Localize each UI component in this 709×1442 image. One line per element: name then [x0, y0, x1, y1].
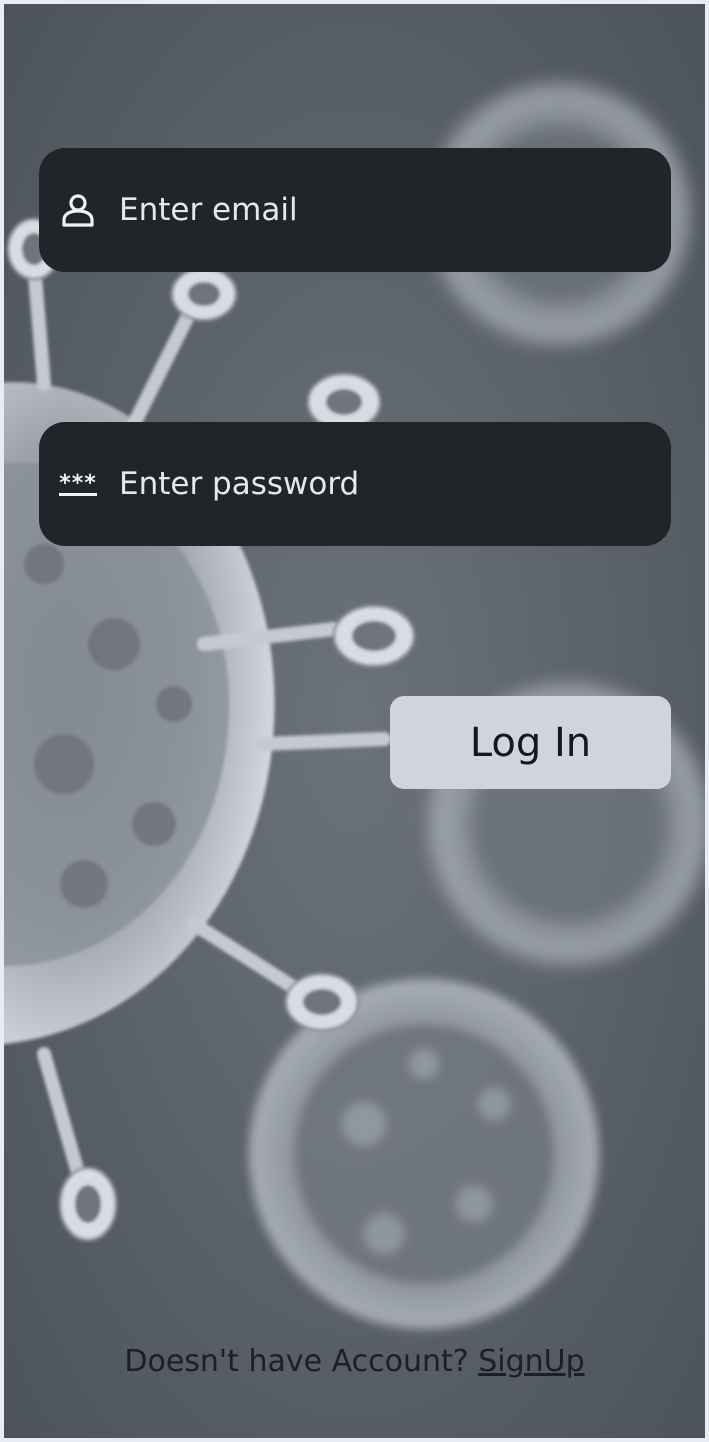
- password-icon-glyph: ***: [59, 470, 97, 496]
- signup-link[interactable]: SignUp: [478, 1344, 584, 1379]
- login-screen: *** Log In Doesn't have Account? SignUp: [4, 4, 705, 1438]
- email-field[interactable]: [39, 148, 671, 272]
- signup-prompt: Doesn't have Account? SignUp: [4, 1344, 705, 1379]
- email-input[interactable]: [119, 148, 651, 272]
- password-icon: ***: [55, 461, 101, 507]
- password-field[interactable]: ***: [39, 422, 671, 546]
- user-icon: [55, 187, 101, 233]
- login-button[interactable]: Log In: [390, 696, 671, 789]
- password-input[interactable]: [119, 422, 651, 546]
- signup-prompt-text: Doesn't have Account?: [124, 1344, 469, 1379]
